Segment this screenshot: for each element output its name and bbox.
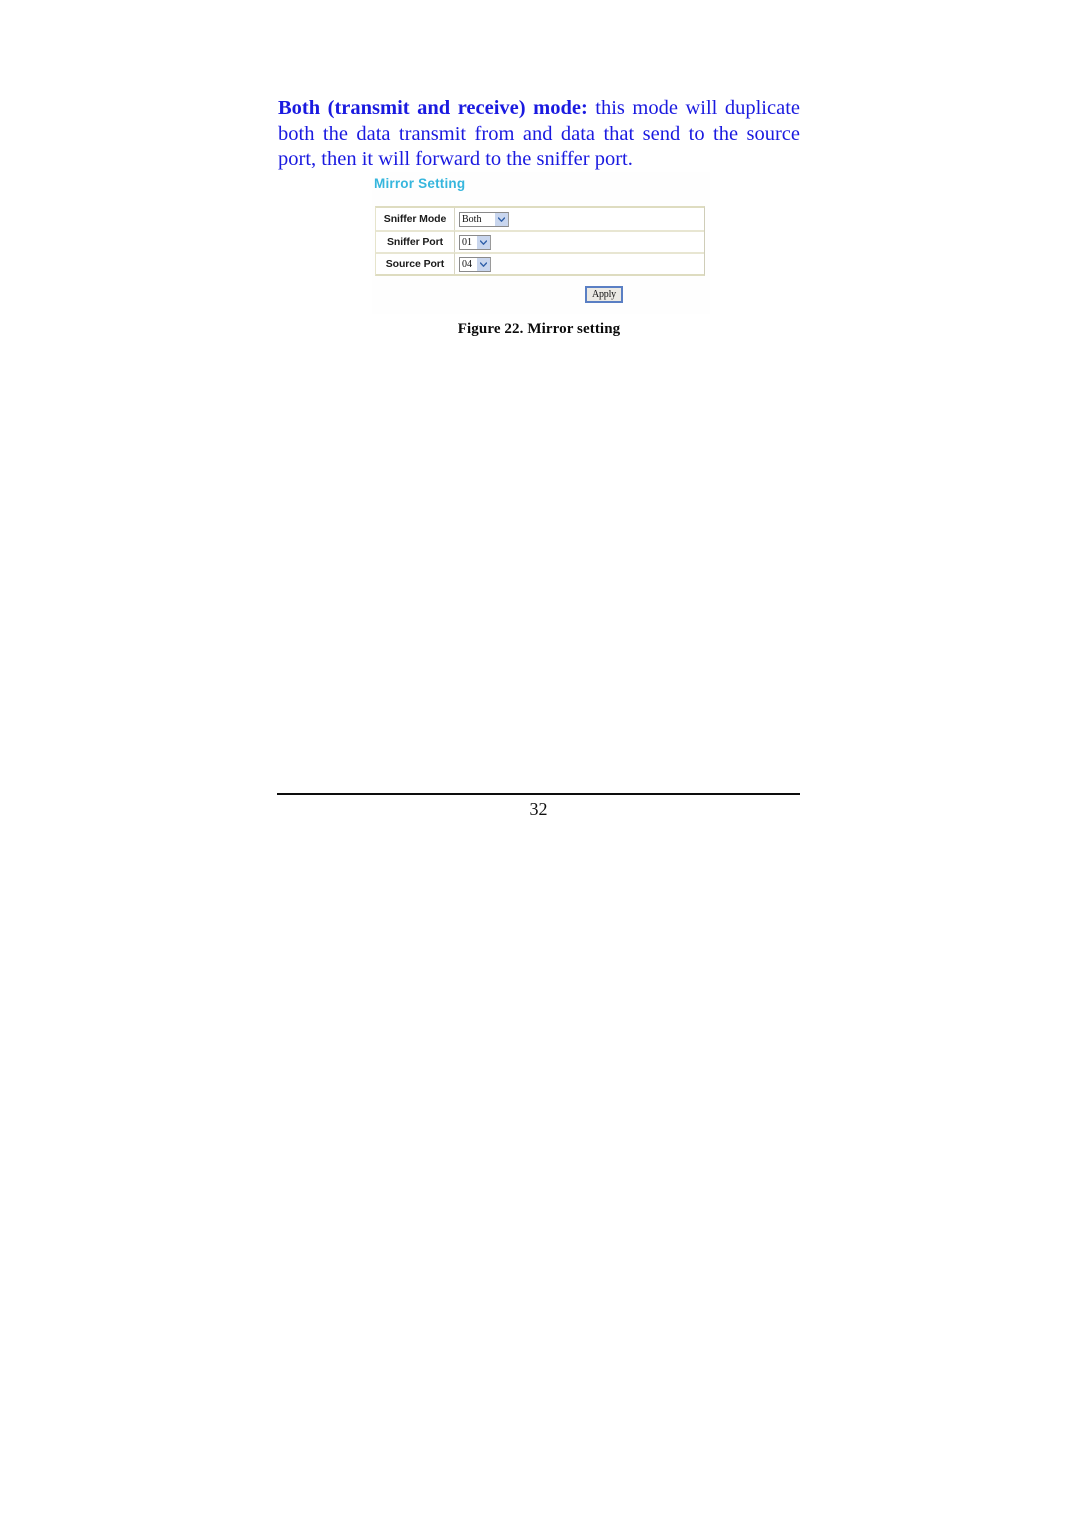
sniffer-mode-select-value: Both <box>462 213 482 225</box>
mirror-mode-paragraph-lead: Both (transmit and receive) mode: <box>278 97 588 119</box>
sniffer-port-field-cell: 01 <box>455 230 704 252</box>
figure-22-screenshot: Mirror Setting Sniffer Mode Both Sniffer… <box>0 0 1080 1528</box>
sniffer-mode-field-cell: Both <box>455 208 704 230</box>
mirror-setting-panel: Mirror Setting Sniffer Mode Both Sniffer… <box>372 172 710 314</box>
source-port-label: Source Port <box>376 252 455 274</box>
mirror-mode-paragraph: Both (transmit and receive) mode: this m… <box>278 96 800 173</box>
source-port-select[interactable]: 04 <box>459 256 491 272</box>
source-port-field-cell: 04 <box>455 252 704 274</box>
sniffer-port-label: Sniffer Port <box>376 230 455 252</box>
apply-button-row: Apply <box>372 284 710 310</box>
chevron-down-icon[interactable] <box>476 235 490 249</box>
mirror-settings-table: Sniffer Mode Both Sniffer Port 01 Source… <box>375 206 705 276</box>
footer-divider <box>277 793 800 795</box>
table-row: Source Port 04 <box>376 252 704 274</box>
body-text-column: Both (transmit and receive) mode: this m… <box>278 96 800 173</box>
source-port-select-value: 04 <box>462 258 472 270</box>
table-row: Sniffer Mode Both <box>376 208 704 230</box>
sniffer-port-select-value: 01 <box>462 236 472 248</box>
sniffer-mode-select[interactable]: Both <box>459 211 509 227</box>
manual-page: Both (transmit and receive) mode: this m… <box>0 0 1080 1528</box>
chevron-down-icon[interactable] <box>494 212 508 226</box>
mirror-setting-heading: Mirror Setting <box>374 176 466 191</box>
table-row: Sniffer Port 01 <box>376 230 704 252</box>
page-number: 32 <box>529 799 548 819</box>
sniffer-port-select[interactable]: 01 <box>459 234 491 250</box>
chevron-down-icon[interactable] <box>476 257 490 271</box>
apply-button[interactable]: Apply <box>585 286 623 303</box>
figure-caption: Figure 22. Mirror setting <box>457 321 621 337</box>
sniffer-mode-label: Sniffer Mode <box>376 208 455 230</box>
